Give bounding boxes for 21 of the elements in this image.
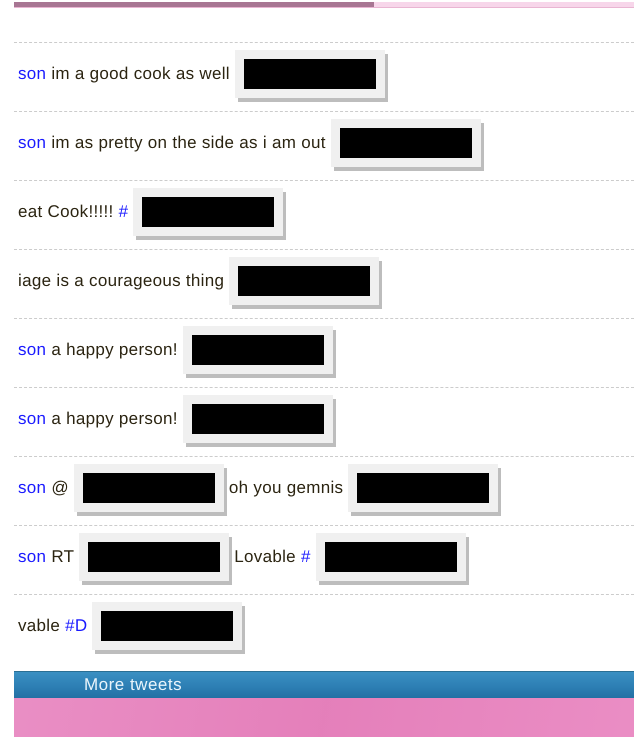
tweet-text: Lovable [234, 546, 296, 568]
tweet-text: eat Cook!!!!! [18, 201, 114, 224]
tweet-link[interactable]: son [18, 130, 46, 156]
tweet-link[interactable]: #D [65, 613, 88, 639]
tweet-text: RT [51, 546, 74, 568]
tweet-text: oh you gemnis [228, 477, 344, 500]
tweet-link[interactable]: son [18, 406, 46, 432]
tweet-link[interactable]: son [18, 337, 46, 363]
tweet-text: im as pretty on the side as i am out [51, 132, 326, 154]
tweet-link[interactable]: son [18, 475, 46, 501]
tweet-link[interactable]: son [18, 61, 46, 87]
tweet-text: a happy person! [51, 408, 178, 430]
tweet-text: im a good cook as well [51, 63, 230, 86]
more-tweets-button[interactable]: More tweets [14, 670, 634, 698]
tweet-link[interactable]: # [118, 199, 128, 225]
tweet-text: @ [51, 477, 69, 500]
tweet-text: iage is a courageous thing [18, 270, 224, 292]
tweet-link[interactable]: # [300, 544, 311, 570]
tweet-link[interactable]: son [18, 544, 46, 570]
tweet-text: a happy person! [51, 339, 178, 362]
tweet-text: vable [18, 615, 60, 638]
